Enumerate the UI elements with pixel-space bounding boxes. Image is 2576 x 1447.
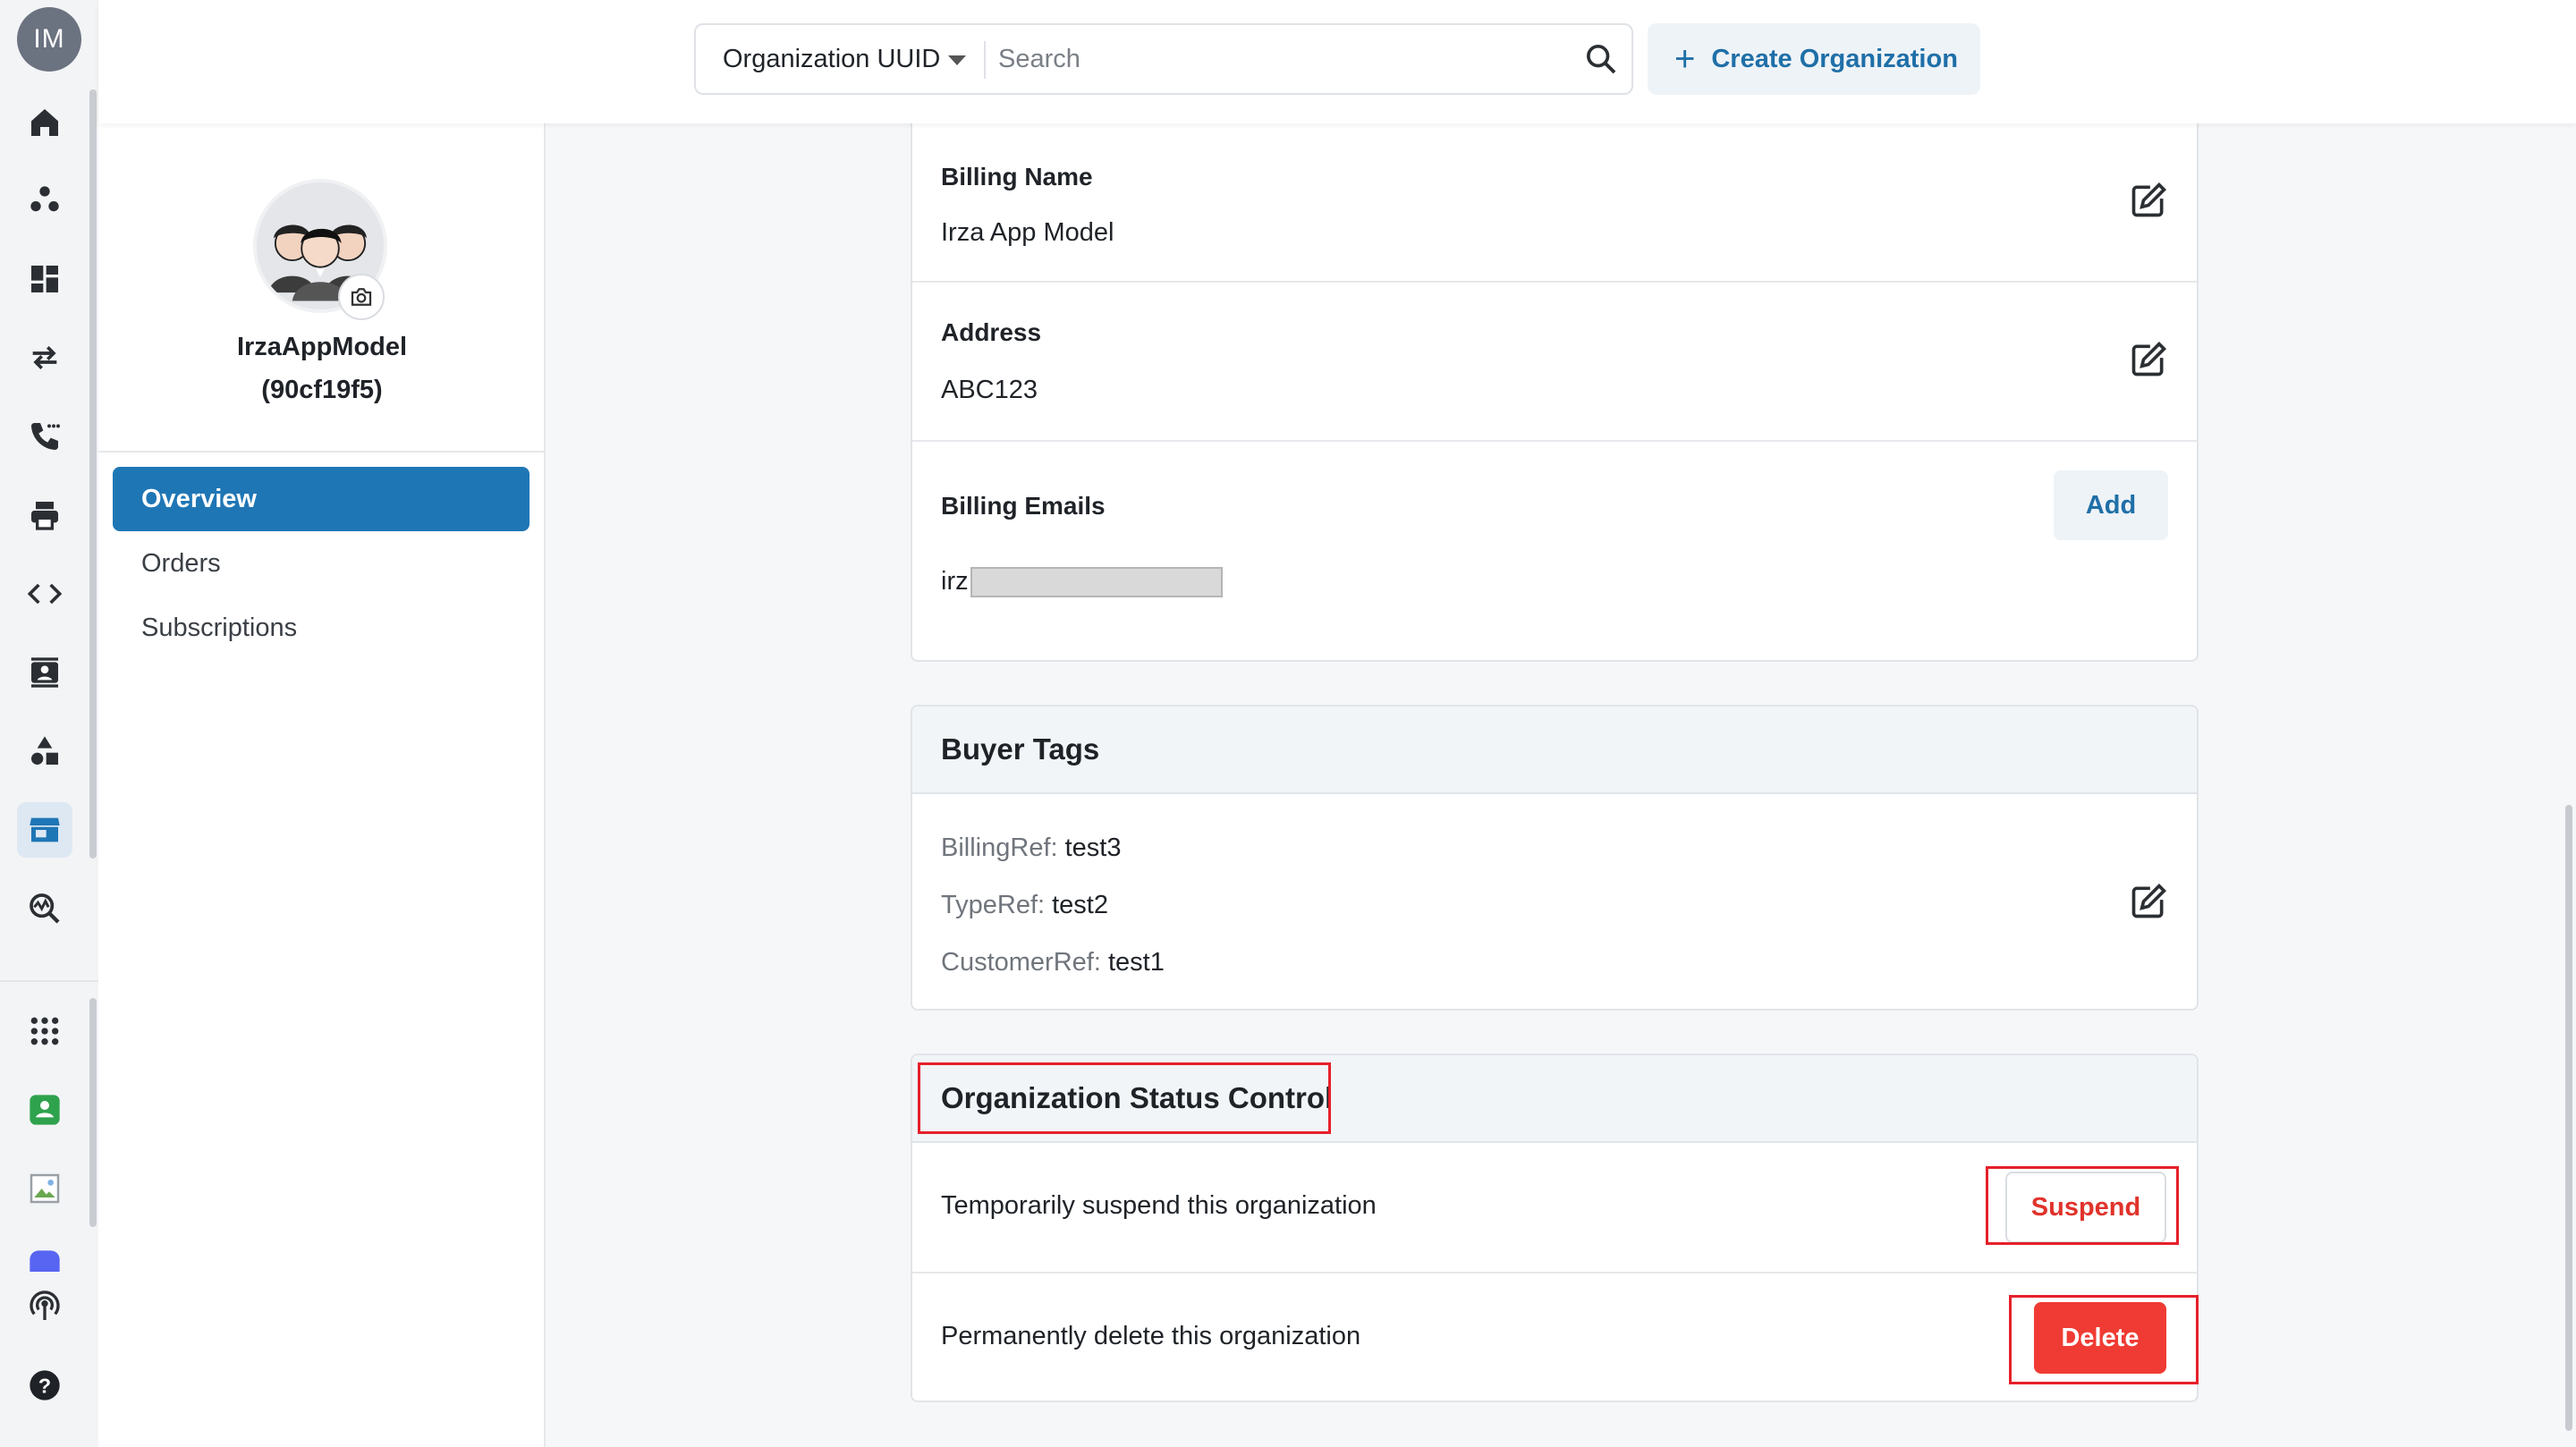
swap-arrows-icon[interactable] [17,330,72,385]
analytics-search-icon[interactable] [17,881,72,936]
tag-item: CustomerRef: test1 [941,948,1165,977]
delete-description: Permanently delete this organization [941,1322,1361,1350]
tag-item: TypeRef: test2 [941,891,1108,920]
user-avatar[interactable]: IM [17,7,81,72]
add-email-button[interactable]: Add [2054,470,2168,540]
search-icon[interactable] [1583,41,1619,77]
home-icon[interactable] [17,95,72,150]
shapes-icon[interactable] [17,724,72,779]
printer-icon[interactable] [17,487,72,543]
billing-name-row: Billing Name Irza App Model [912,114,2197,283]
organization-name-block: IrzaAppModel (90cf19f5) [98,326,546,411]
billing-email-item: irz [941,567,1223,598]
buyer-tags-card: Buyer Tags BillingRef: test3 TypeRef: te… [911,705,2199,1011]
tag-value: test2 [1052,891,1108,919]
main-content: Billing Name Irza App Model Address ABC1… [547,114,2576,1447]
nav-item-label: Orders [141,548,221,578]
sidebar-divider [98,451,546,453]
suspend-button[interactable]: Suspend [2005,1172,2166,1243]
billing-email-prefix: irz [941,567,969,596]
dashboard-icon[interactable] [17,251,72,307]
tag-value: test3 [1064,834,1122,862]
address-row: Address ABC123 [912,283,2197,442]
billing-emails-label: Billing Emails [941,492,1106,520]
suspend-description: Temporarily suspend this organization [941,1191,1377,1220]
billing-name-value: Irza App Model [941,218,1114,247]
suspend-row: Temporarily suspend this organization Su… [912,1143,2197,1274]
delete-button[interactable]: Delete [2034,1302,2166,1374]
search-filter-label: Organization UUID [723,44,941,73]
organization-sidebar: IrzaAppModel (90cf19f5) Overview Orders … [98,123,546,1447]
help-icon[interactable]: ? [17,1358,72,1413]
status-control-title: Organization Status Control [912,1055,2197,1143]
rail-scrollbar-top[interactable] [89,89,97,859]
tag-key: TypeRef: [941,891,1046,919]
broadcast-icon[interactable] [17,1279,72,1334]
tag-key: CustomerRef: [941,948,1101,977]
svg-text:?: ? [38,1374,51,1397]
address-label: Address [941,318,1042,346]
redacted-block [970,567,1223,598]
delete-row: Permanently delete this organization Del… [912,1274,2197,1400]
search-box: Organization UUID [694,23,1633,95]
nav-item-label: Subscriptions [141,613,298,642]
app-rail: IM ? [0,0,98,1447]
apps-grid-icon[interactable] [17,1003,72,1059]
rail-scrollbar-bottom[interactable] [89,998,97,1227]
tag-item: BillingRef: test3 [941,834,1122,863]
nav-item-orders[interactable]: Orders [113,531,530,596]
search-input[interactable] [998,34,1553,84]
nav-item-subscriptions[interactable]: Subscriptions [113,596,530,660]
store-icon[interactable] [17,802,72,858]
edit-buyer-tags-icon[interactable] [2129,882,2168,921]
address-value: ABC123 [941,376,1038,404]
nav-item-overview[interactable]: Overview [113,467,530,531]
create-organization-label: Create Organization [1711,44,1958,73]
top-bar: Organization UUID + Create Organization [98,0,2576,123]
buyer-tags-title: Buyer Tags [912,707,2197,794]
contacts-icon[interactable] [17,645,72,700]
organization-short-id: (90cf19f5) [261,376,383,404]
create-organization-button[interactable]: + Create Organization [1648,23,1980,95]
search-filter-select[interactable]: Organization UUID [696,25,984,93]
tag-value: test1 [1107,948,1165,977]
billing-card: Billing Name Irza App Model Address ABC1… [911,114,2199,662]
billing-name-label: Billing Name [941,163,1093,190]
search-divider [984,41,986,79]
organization-name: IrzaAppModel [236,333,408,361]
phone-icon[interactable] [17,409,72,464]
team-app-icon[interactable] [17,1082,72,1138]
groups-icon[interactable] [17,173,72,228]
tag-key: BillingRef: [941,834,1058,862]
chevron-down-icon [948,55,966,65]
status-control-card: Organization Status Control Temporarily … [911,1054,2199,1402]
billing-emails-row: Billing Emails Add irz [912,442,2197,658]
plus-icon: + [1674,39,1696,79]
broken-image-icon[interactable] [17,1161,72,1216]
edit-billing-name-icon[interactable] [2129,181,2168,220]
edit-address-icon[interactable] [2129,340,2168,379]
chat-app-icon[interactable] [17,1240,72,1272]
rail-divider [0,980,98,982]
camera-icon[interactable] [338,274,385,320]
page-scrollbar[interactable] [2565,805,2572,1431]
nav-item-label: Overview [141,484,257,513]
code-icon[interactable] [17,566,72,622]
